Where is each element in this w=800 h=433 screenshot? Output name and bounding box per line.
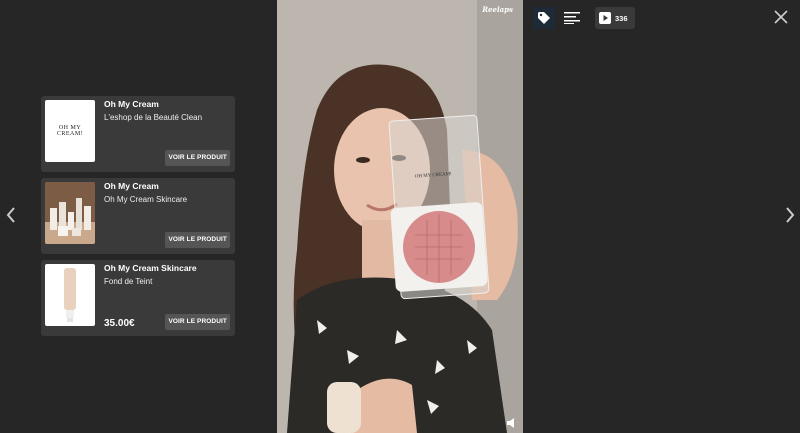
product-card[interactable]: Oh My Cream Skincare Fond de Teint 35.00… [41, 260, 235, 336]
player-modal: OH MY CREAM! Oh My Cream L'eshop de la B… [0, 0, 800, 433]
product-name: Oh My Cream Skincare [104, 195, 188, 204]
product-name: L'eshop de la Beauté Clean [104, 113, 203, 122]
chevron-left-icon [6, 207, 15, 223]
product-image [45, 182, 95, 244]
toolbar: 336 [533, 7, 635, 29]
speaker-icon [507, 418, 514, 428]
watermark: Reelaps [482, 5, 513, 14]
close-icon [774, 10, 788, 24]
product-brand: Oh My Cream [104, 181, 159, 191]
chevron-right-icon [786, 207, 795, 223]
video-frame: OH MY CREAM! [277, 0, 523, 433]
view-product-button[interactable]: VOIR LE PRODUIT [165, 150, 230, 166]
play-icon [599, 12, 611, 24]
list-icon [564, 12, 580, 24]
product-price: 35.00€ [104, 318, 135, 329]
brand-logo: OH MY CREAM! [56, 125, 84, 137]
video-player[interactable]: OH MY CREAM! Reelaps [277, 0, 523, 433]
product-image: OH MY CREAM! [45, 100, 95, 162]
product-image [45, 264, 95, 326]
product-brand: Oh My Cream Skincare [104, 263, 197, 273]
close-button[interactable] [773, 9, 789, 25]
views-counter[interactable]: 336 [595, 7, 635, 29]
product-name: Fond de Teint [104, 277, 153, 286]
product-list: OH MY CREAM! Oh My Cream L'eshop de la B… [41, 96, 235, 342]
tag-icon [538, 12, 550, 24]
description-tab[interactable] [561, 7, 583, 29]
view-product-button[interactable]: VOIR LE PRODUIT [165, 314, 230, 330]
product-card[interactable]: OH MY CREAM! Oh My Cream L'eshop de la B… [41, 96, 235, 172]
product-brand: Oh My Cream [104, 99, 159, 109]
view-product-button[interactable]: VOIR LE PRODUIT [165, 232, 230, 248]
products-tab[interactable] [533, 7, 555, 29]
product-card[interactable]: Oh My Cream Oh My Cream Skincare VOIR LE… [41, 178, 235, 254]
next-button[interactable] [783, 205, 797, 225]
sound-toggle[interactable] [505, 416, 519, 430]
views-count: 336 [615, 13, 628, 23]
previous-button[interactable] [4, 205, 18, 225]
